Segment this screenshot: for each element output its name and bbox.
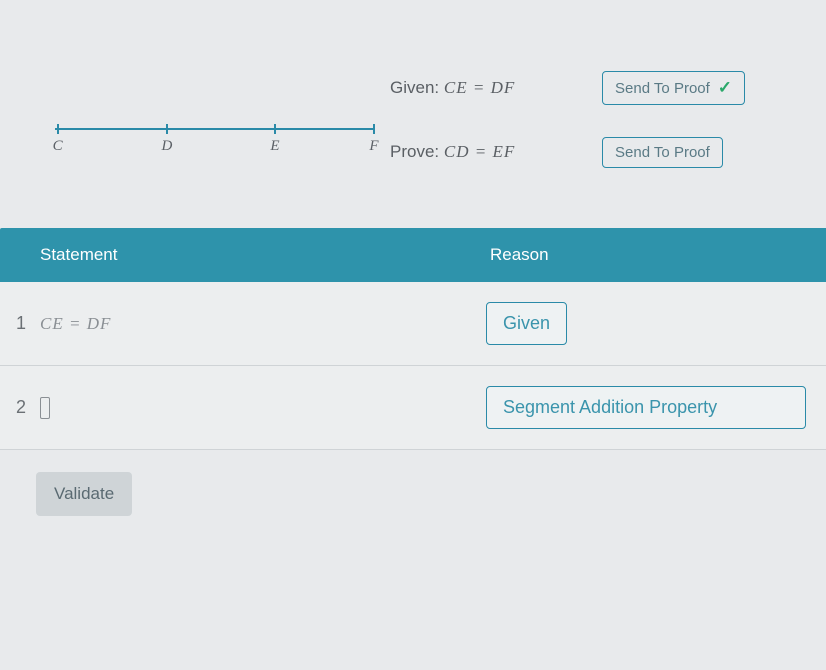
row-number: 2 <box>0 397 30 418</box>
point-e-label: E <box>270 138 279 155</box>
diagram: C D E F <box>30 60 390 160</box>
statement-cell[interactable]: CE = DF <box>30 314 486 334</box>
statement-cell[interactable] <box>30 397 486 419</box>
point-d-label: D <box>162 138 173 155</box>
validate-button[interactable]: Validate <box>36 472 132 516</box>
check-icon: ✓ <box>718 78 732 98</box>
send-to-proof-prove-button[interactable]: Send To Proof <box>602 137 723 168</box>
prove-label: Prove: CD = EF <box>390 142 515 162</box>
reason-segment-addition-button[interactable]: Segment Addition Property <box>486 386 806 429</box>
given-expression: CE = DF <box>444 78 515 97</box>
reason-given-button[interactable]: Given <box>486 302 567 345</box>
number-line <box>55 128 375 130</box>
send-to-proof-given-button[interactable]: Send To Proof ✓ <box>602 71 745 105</box>
table-row: 1 CE = DF Given <box>0 282 826 366</box>
point-c-label: C <box>53 138 63 155</box>
header-reason: Reason <box>490 245 826 265</box>
table-header: Statement Reason <box>0 228 826 282</box>
given-label: Given: CE = DF <box>390 78 515 98</box>
point-f-label: F <box>369 138 378 155</box>
proof-table: Statement Reason 1 CE = DF Given 2 Segme… <box>0 228 826 516</box>
row-number: 1 <box>0 313 30 334</box>
prove-expression: CD = EF <box>444 142 515 161</box>
input-cursor-icon <box>40 397 50 419</box>
table-row: 2 Segment Addition Property <box>0 366 826 450</box>
header-statement: Statement <box>0 245 490 265</box>
